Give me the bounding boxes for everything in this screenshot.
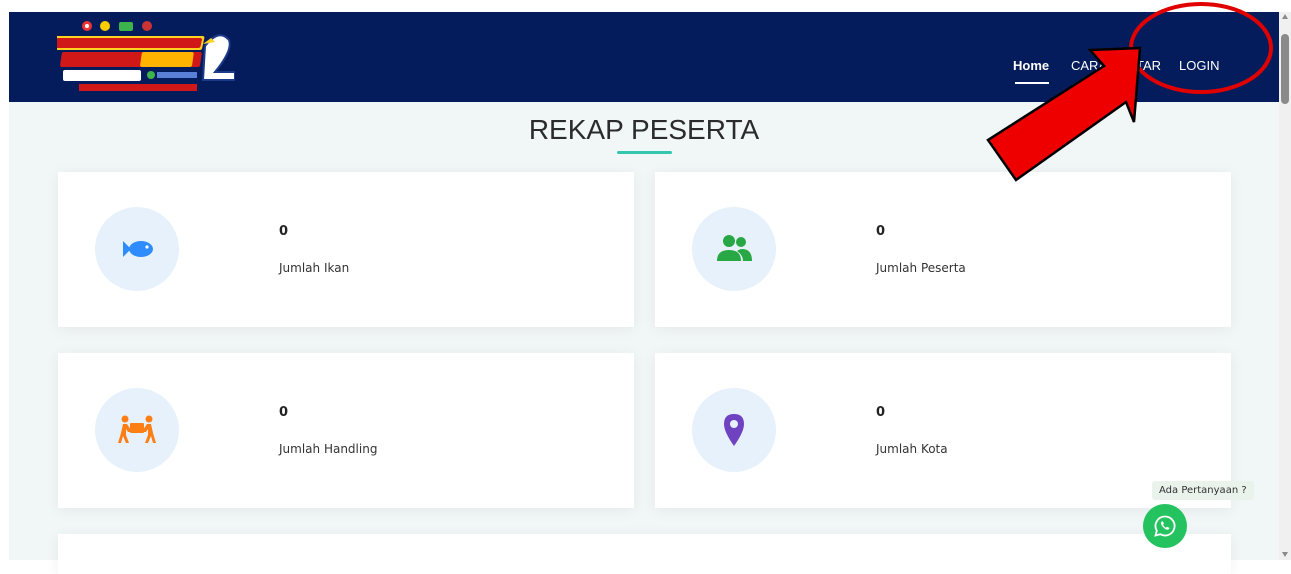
scroll-down-arrow-icon[interactable] <box>1282 552 1288 557</box>
map-marker-icon <box>724 414 744 446</box>
stat-icon-circle <box>692 388 776 472</box>
left-frame-margin <box>0 0 9 560</box>
scroll-up-arrow-icon[interactable] <box>1282 14 1288 19</box>
people-carry-icon <box>118 415 156 443</box>
stat-icon-circle <box>692 207 776 291</box>
section-title-underline <box>617 151 672 154</box>
stat-value-kota: 0 <box>876 405 886 420</box>
event-logo-image <box>52 21 236 91</box>
whatsapp-icon <box>1154 515 1176 537</box>
stat-card-handling: 0 Jumlah Handling <box>58 353 634 508</box>
scrollbar-thumb[interactable] <box>1281 34 1289 104</box>
red-arrow-annotation <box>986 46 1142 182</box>
stat-icon-circle <box>95 207 179 291</box>
stat-card-kota: 0 Jumlah Kota <box>655 353 1231 508</box>
stat-value-peserta: 0 <box>876 224 886 239</box>
stat-icon-circle <box>95 388 179 472</box>
vertical-scrollbar[interactable] <box>1279 12 1291 560</box>
whatsapp-button[interactable] <box>1143 504 1187 548</box>
stat-label-handling: Jumlah Handling <box>279 442 378 456</box>
fish-icon <box>123 241 153 257</box>
stat-card-ikan: 0 Jumlah Ikan <box>58 172 634 327</box>
whatsapp-tooltip: Ada Pertanyaan ? <box>1152 481 1254 500</box>
stat-card-peserta: 0 Jumlah Peserta <box>655 172 1231 327</box>
stat-label-kota: Jumlah Kota <box>876 442 948 456</box>
stat-value-handling: 0 <box>279 405 289 420</box>
users-icon <box>717 235 752 261</box>
stat-label-peserta: Jumlah Peserta <box>876 261 966 275</box>
stat-label-ikan: Jumlah Ikan <box>279 261 350 275</box>
stat-card-partial <box>58 534 1231 574</box>
stat-value-ikan: 0 <box>279 224 289 239</box>
event-logo[interactable] <box>52 16 236 100</box>
